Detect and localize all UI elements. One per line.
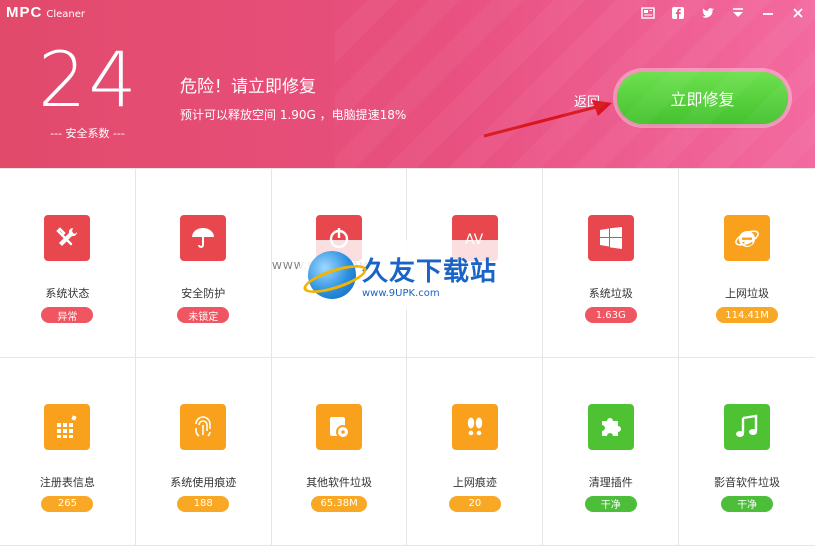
scan-item-tile[interactable]: 安全防护 未锁定	[135, 169, 272, 358]
status-detail: 预计可以释放空间 1.90G ，电脑提速18%	[180, 108, 407, 122]
scan-item-badge: 265	[41, 495, 94, 512]
scan-item-badge: 异常	[41, 307, 94, 323]
scan-item-badge: 未锁定	[177, 307, 230, 323]
puzzle-icon	[587, 403, 634, 450]
status-title: 危险！请立即修复	[180, 77, 316, 97]
scan-item-tile[interactable]: 其他软件垃圾 65.38M	[271, 357, 408, 546]
ie-icon	[724, 215, 771, 261]
news-icon[interactable]	[637, 4, 659, 22]
safety-score-caption: --- 安全系数 ---	[50, 127, 125, 140]
scan-item-badge: 65.38M	[311, 495, 367, 512]
safety-score: 24	[38, 35, 139, 124]
scan-item-badge: 188	[177, 495, 230, 512]
twitter-icon[interactable]	[697, 4, 719, 22]
scan-item-tile[interactable]: 系统垃圾 1.63G	[543, 169, 680, 358]
scan-item-label: 系统垃圾	[588, 287, 633, 300]
scan-item-tile[interactable]: 清理插件 干净	[543, 357, 680, 546]
watermark-title: 久友下载站	[362, 257, 498, 287]
scan-item-label: 系统状态	[45, 287, 90, 300]
scan-item-label: 注册表信息	[39, 475, 95, 489]
scan-item-label: 上网痕迹	[452, 475, 497, 489]
header-banner: MPC Cleaner 24 --- 安全系数 --- 危险！请立即修复 预计可…	[0, 0, 815, 168]
fix-now-button[interactable]: 立即修复	[617, 72, 788, 124]
scan-item-label: 系统使用痕迹	[170, 475, 237, 489]
scan-item-tile[interactable]: 系统使用痕迹 188	[135, 357, 272, 546]
scan-item-label: 其他软件垃圾	[306, 475, 373, 489]
logo-word: Cleaner	[46, 9, 85, 20]
logo-mark: MPC	[6, 4, 43, 21]
scan-item-badge: 1.63G	[584, 307, 637, 323]
tools-icon	[44, 215, 91, 261]
umbrella-icon	[180, 215, 227, 261]
fingerprint-icon	[180, 403, 227, 450]
facebook-icon[interactable]	[667, 4, 689, 22]
minimize-icon[interactable]	[757, 4, 779, 22]
window-controls	[637, 4, 809, 22]
watermark: 久友下载站 www.9UPK.com	[300, 240, 510, 310]
scan-item-label: 清理插件	[588, 475, 633, 489]
scan-item-tile[interactable]: 注册表信息 265	[0, 357, 136, 546]
watermark-subtitle: www.9UPK.com	[362, 288, 440, 299]
app-logo: MPC Cleaner	[6, 4, 85, 21]
scan-item-tile[interactable]: 影音软件垃圾 干净	[679, 358, 815, 546]
menu-icon[interactable]	[727, 4, 749, 22]
scan-results-grid: 系统状态异常安全防护未锁定AV系统垃圾1.63G上网垃圾114.41M注册表信息…	[0, 168, 815, 546]
footprints-icon	[451, 403, 498, 450]
globe-icon	[308, 251, 356, 299]
scan-item-label: 上网垃圾	[725, 287, 770, 300]
registry-icon	[44, 403, 91, 450]
scan-item-tile[interactable]: 上网垃圾 114.41M	[679, 169, 815, 358]
scan-item-label: 影音软件垃圾	[714, 475, 781, 489]
scan-item-badge: 20	[448, 495, 501, 512]
scan-item-label: 安全防护	[181, 287, 226, 300]
scan-item-tile[interactable]: 系统状态 异常	[0, 169, 136, 358]
music-icon	[724, 403, 771, 450]
scan-item-badge: 114.41M	[716, 307, 778, 323]
scan-item-badge: 干净	[584, 495, 637, 512]
scan-item-tile[interactable]: 上网痕迹 20	[407, 357, 544, 546]
scan-item-badge: 干净	[721, 495, 774, 512]
disc-icon	[316, 403, 363, 450]
close-icon[interactable]	[787, 4, 809, 22]
windows-icon	[587, 215, 634, 261]
red-arrow-annotation	[483, 100, 612, 138]
